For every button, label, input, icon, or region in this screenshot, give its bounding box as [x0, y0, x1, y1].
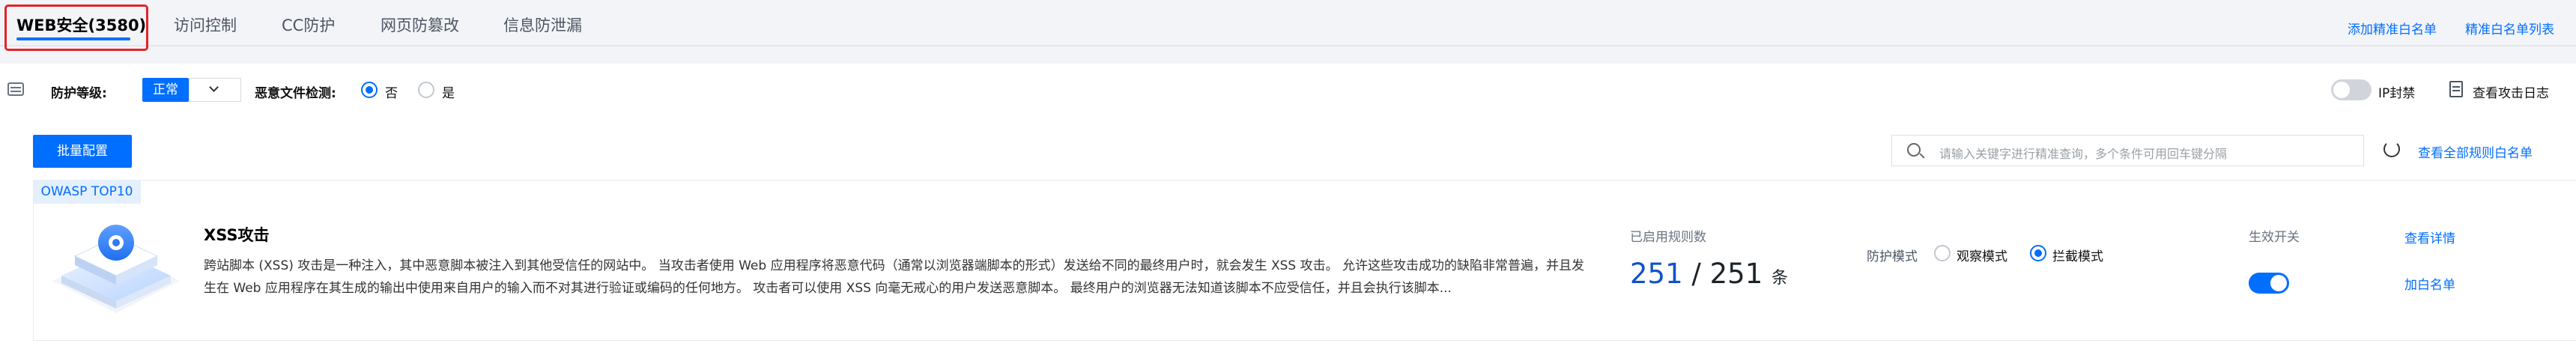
search-placeholder: 请输入关键字进行精准查询，多个条件可用回车键分隔	[1939, 147, 2228, 161]
view-all-whitelist-link[interactable]: 查看全部规则白名单	[2418, 142, 2533, 161]
precise-whitelist-list-link[interactable]: 精准白名单列表	[2465, 19, 2554, 37]
enabled-rules-count: 251 / 251 条	[1630, 258, 1788, 290]
protect-level-value[interactable]: 正常	[142, 78, 189, 102]
tab-web-security[interactable]: WEB安全(3580)	[16, 13, 146, 36]
radio-no[interactable]	[361, 82, 378, 98]
chevron-down-icon	[209, 82, 219, 92]
rule-title: XSS攻击	[204, 226, 270, 244]
tab-info-leak[interactable]: 信息防泄漏	[503, 13, 582, 36]
ip-block-label: IP封禁	[2378, 86, 2416, 101]
settings-panel-icon[interactable]	[7, 82, 24, 96]
xss-illustration-icon	[52, 225, 180, 313]
radio-yes-label: 是	[442, 86, 455, 101]
active-tab-indicator	[16, 37, 130, 40]
effective-switch-toggle[interactable]	[2249, 273, 2289, 294]
effective-switch-label: 生效开关	[2249, 230, 2300, 245]
total-count: 251	[1709, 258, 1763, 290]
add-precise-whitelist-link[interactable]: 添加精准白名单	[2348, 19, 2437, 37]
protect-level-dropdown[interactable]	[189, 78, 241, 102]
count-separator: /	[1691, 258, 1701, 290]
add-to-whitelist-link[interactable]: 加白名单	[2404, 274, 2455, 293]
attack-log-icon	[2449, 81, 2463, 97]
enabled-rules-label: 已启用规则数	[1630, 230, 1706, 245]
search-icon	[1907, 143, 1921, 157]
malicious-file-label: 恶意文件检测:	[255, 86, 336, 101]
mode-block-label: 拦截模式	[2052, 249, 2103, 264]
view-details-link[interactable]: 查看详情	[2404, 228, 2455, 246]
tab-cc-protection[interactable]: CC防护	[282, 13, 335, 36]
radio-no-label: 否	[385, 86, 398, 101]
search-input[interactable]: 请输入关键字进行精准查询，多个条件可用回车键分隔	[1891, 135, 2364, 166]
radio-yes[interactable]	[418, 82, 434, 98]
tab-access-control[interactable]: 访问控制	[174, 13, 237, 36]
protect-level-label: 防护等级:	[51, 86, 107, 101]
owasp-badge: OWASP TOP10	[33, 180, 141, 204]
protect-mode-label: 防护模式	[1867, 249, 1918, 264]
enabled-count: 251	[1630, 258, 1683, 290]
batch-config-button[interactable]: 批量配置	[33, 135, 132, 168]
tab-tamper-protection[interactable]: 网页防篡改	[381, 13, 459, 36]
count-unit: 条	[1772, 269, 1789, 288]
refresh-icon[interactable]	[2383, 141, 2400, 157]
ip-block-toggle[interactable]	[2331, 79, 2372, 100]
view-attack-logs-link[interactable]: 查看攻击日志	[2473, 82, 2549, 101]
mode-observe-label: 观察模式	[1957, 249, 2007, 264]
rule-description: 跨站脚本 (XSS) 攻击是一种注入，其中恶意脚本被注入到其他受信任的网站中。 …	[204, 258, 1585, 296]
mode-block-radio[interactable]	[2030, 245, 2046, 261]
mode-observe-radio[interactable]	[1934, 245, 1951, 261]
